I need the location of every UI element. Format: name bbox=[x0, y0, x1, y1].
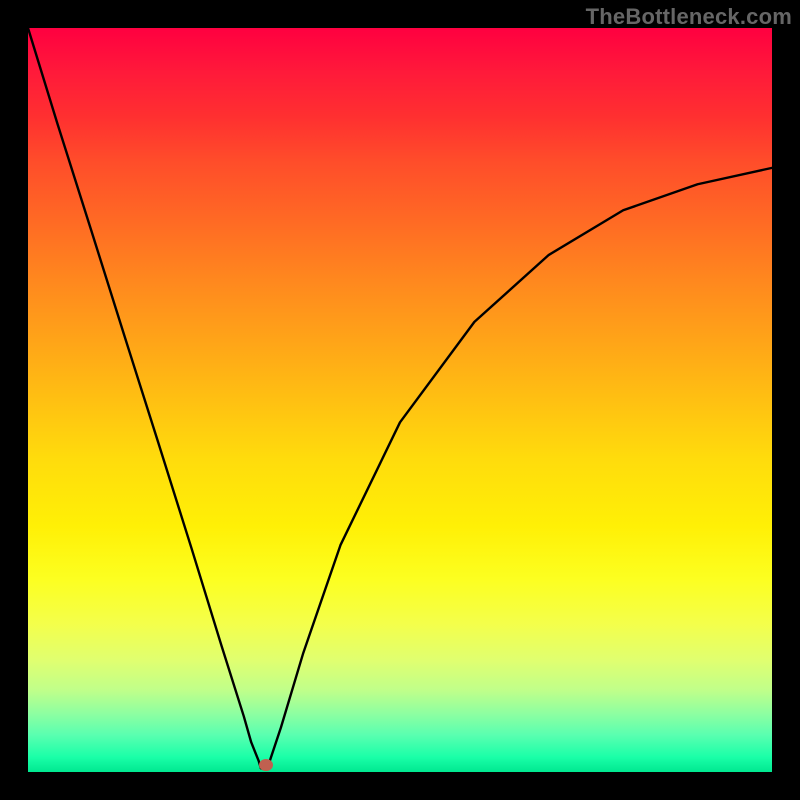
curve-svg bbox=[28, 28, 772, 772]
bottleneck-curve-path bbox=[28, 28, 772, 769]
minimum-marker bbox=[259, 759, 273, 771]
watermark-text: TheBottleneck.com bbox=[586, 4, 792, 30]
plot-area bbox=[28, 28, 772, 772]
chart-frame: TheBottleneck.com bbox=[0, 0, 800, 800]
